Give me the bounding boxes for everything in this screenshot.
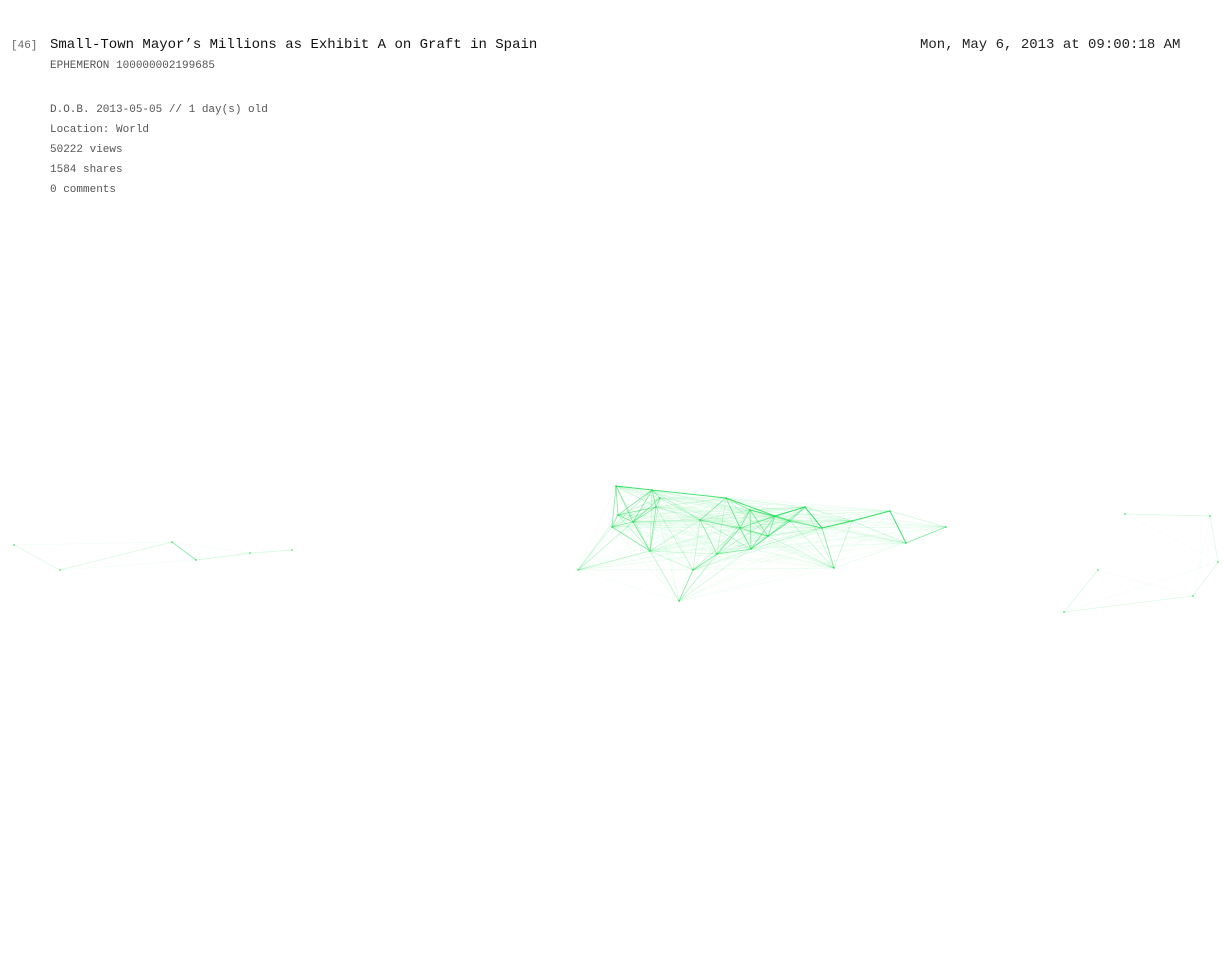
comment-count: 0 comments: [50, 184, 117, 196]
network-node: [821, 527, 823, 529]
network-node: [1209, 515, 1211, 517]
network-node: [774, 515, 776, 517]
network-edge: [1063, 569, 1099, 613]
network-node: [739, 527, 741, 529]
network-node: [171, 541, 173, 543]
network-node: [659, 497, 661, 499]
share-count: 1584 shares: [50, 164, 123, 176]
network-node: [749, 509, 751, 511]
network-node: [617, 514, 619, 516]
network-node: [804, 506, 806, 508]
network-node: [699, 519, 701, 521]
location: Location: World: [50, 124, 150, 136]
article-stats: D.O.B. 2013-05-05 // 1 day(s) old Locati…: [50, 100, 268, 200]
network-node: [678, 600, 680, 602]
current-timestamp: Mon, May 6, 2013 at 09:00:18 AM: [920, 37, 1181, 53]
network-node: [632, 521, 634, 523]
network-node: [767, 535, 769, 537]
network-node: [615, 485, 617, 487]
network-node: [59, 569, 61, 571]
item-index: [46]: [11, 40, 38, 52]
network-edge: [1097, 569, 1194, 597]
date-of-birth: D.O.B. 2013-05-05 // 1 day(s) old: [50, 104, 268, 116]
network-node: [716, 553, 718, 555]
view-count: 50222 views: [50, 144, 123, 156]
network-edge: [13, 541, 173, 546]
network-node: [1124, 513, 1126, 515]
network-edge: [577, 485, 617, 571]
network-node: [13, 544, 15, 546]
network-edge: [1063, 595, 1194, 613]
network-node: [649, 550, 651, 552]
network-node: [249, 552, 251, 554]
network-edge: [649, 550, 835, 569]
network-node: [577, 569, 579, 571]
article-title: Small-Town Mayor’s Millions as Exhibit A…: [50, 37, 538, 53]
network-node: [651, 489, 653, 491]
network-node: [655, 506, 657, 508]
network-node: [889, 510, 891, 512]
network-node: [692, 569, 694, 571]
network-edge: [1124, 513, 1211, 517]
network-node: [945, 526, 947, 528]
network-edge: [171, 541, 251, 554]
network-edge: [13, 544, 61, 571]
network-node: [725, 497, 727, 499]
network-node: [789, 520, 791, 522]
network-node: [611, 526, 613, 528]
network-node: [195, 559, 197, 561]
network-node: [750, 548, 752, 550]
network-node: [1063, 611, 1065, 613]
network-node: [1192, 595, 1194, 597]
network-node: [833, 567, 835, 569]
network-node: [1097, 569, 1099, 571]
network-node: [291, 549, 293, 551]
network-node: [851, 520, 853, 522]
network-edge: [1209, 515, 1219, 563]
network-edge: [1124, 513, 1219, 563]
network-edge: [195, 549, 293, 561]
ephemeron-id: EPHEMERON 100000002199685: [50, 60, 216, 72]
network-node: [905, 542, 907, 544]
network-node: [1217, 561, 1219, 563]
